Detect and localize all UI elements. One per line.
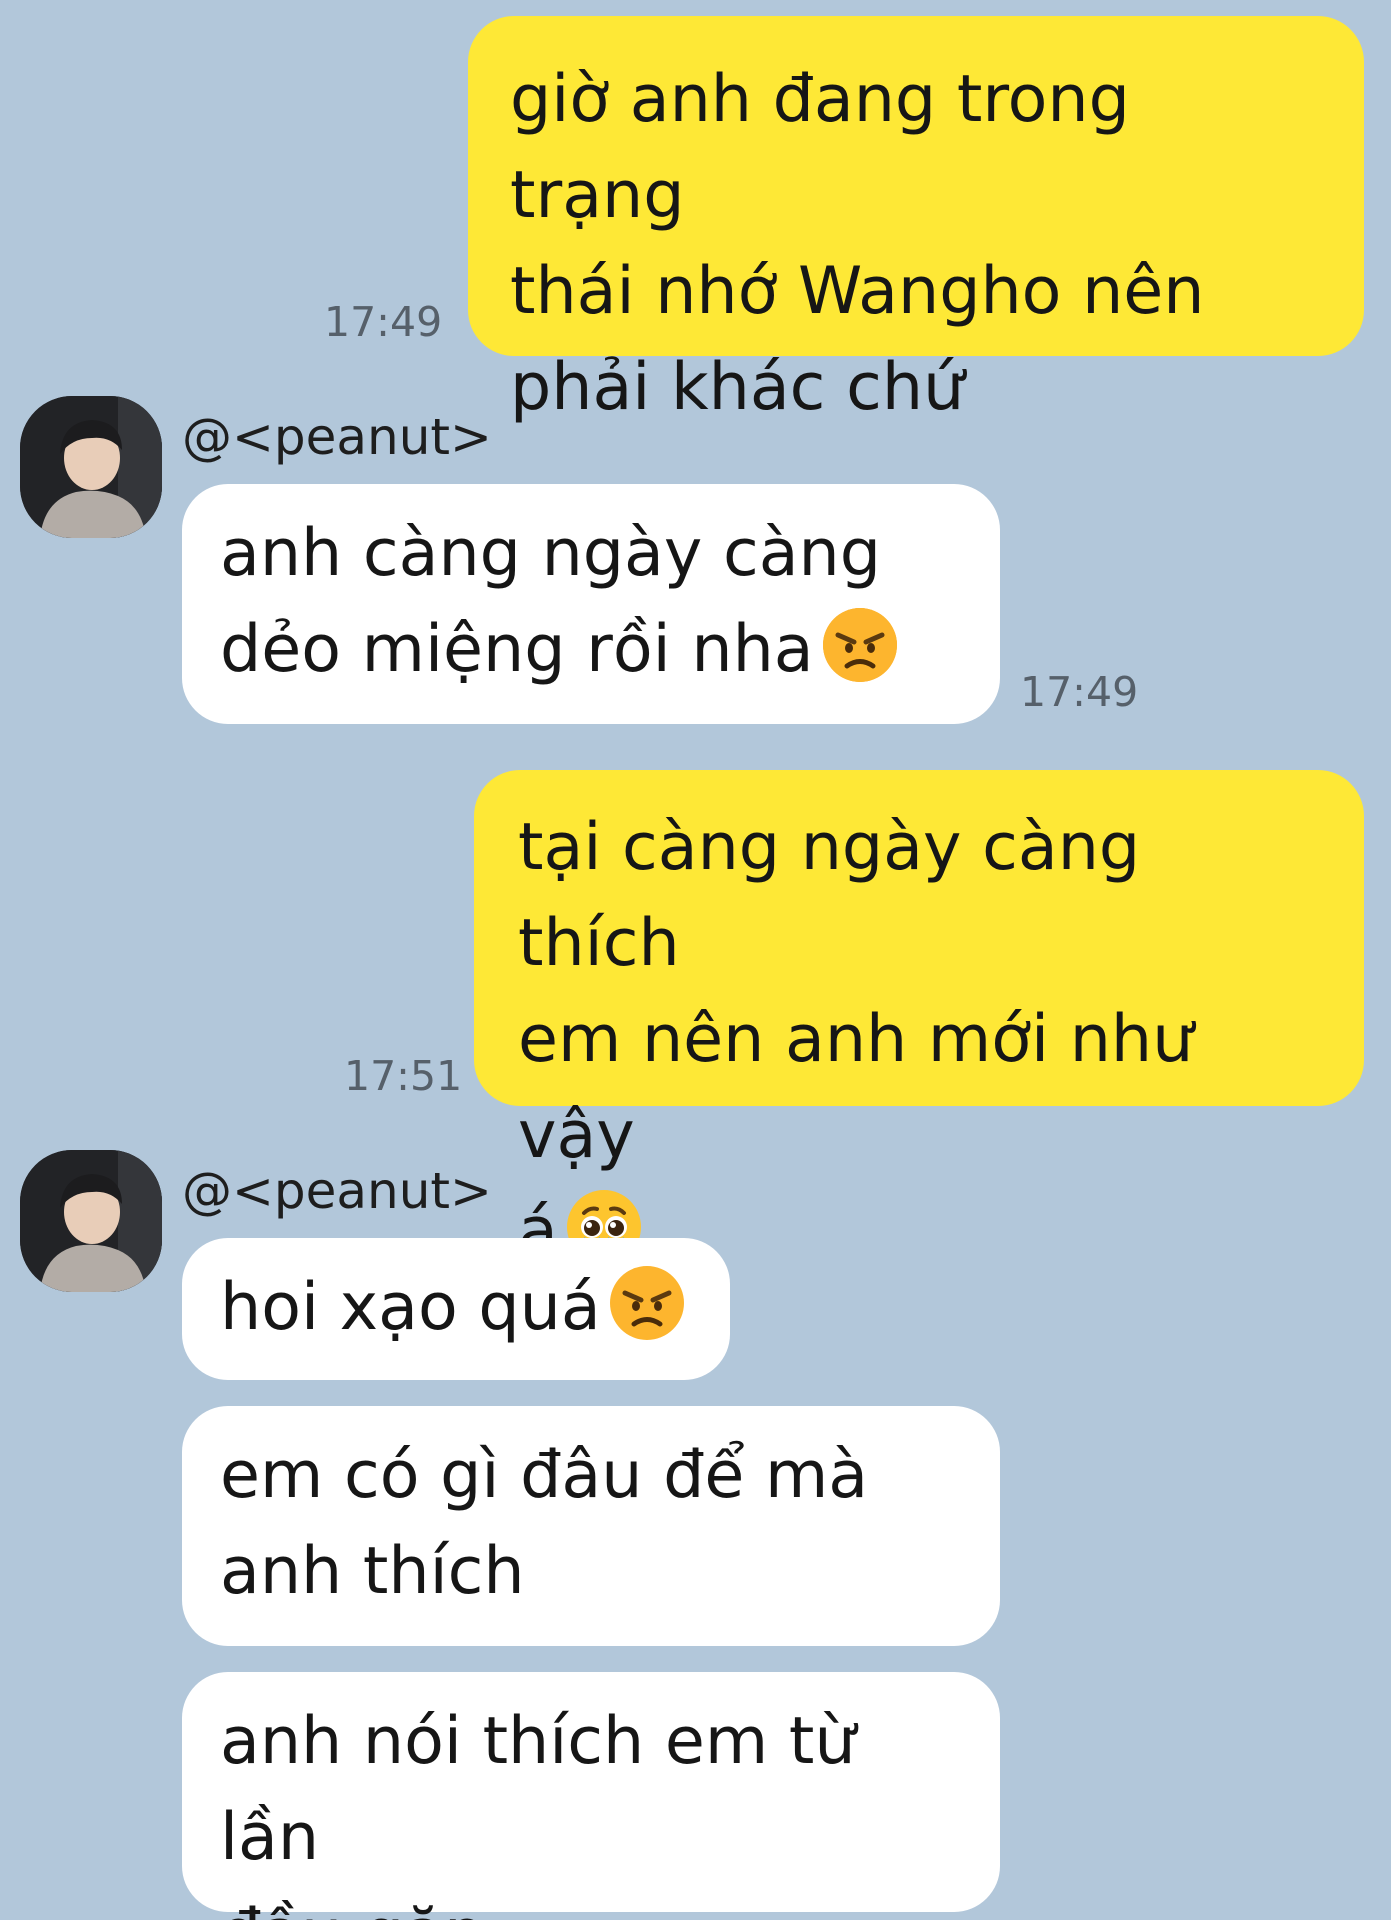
incoming-message-bubble[interactable]: hoi xạo quá bbox=[182, 1238, 730, 1380]
incoming-message-bubble[interactable]: em có gì đâu để mà anh thích bbox=[182, 1406, 1000, 1646]
incoming-message-bubble[interactable]: anh càng ngày càng dẻo miệng rồi nha bbox=[182, 484, 1000, 724]
message-time: 17:49 bbox=[1020, 668, 1139, 716]
message-text: anh nói thích em từ lần đầu gặp bbox=[220, 1704, 856, 1920]
message-text: em có gì đâu để mà anh thích bbox=[220, 1438, 869, 1609]
message-text: hoi xạo quá bbox=[220, 1270, 601, 1345]
avatar[interactable] bbox=[20, 1150, 162, 1292]
avatar[interactable] bbox=[20, 396, 162, 538]
outgoing-message-bubble[interactable]: giờ anh đang trong trạng thái nhớ Wangho… bbox=[468, 16, 1364, 425]
message-text: anh càng ngày càng dẻo miệng rồi nha bbox=[220, 516, 882, 687]
message-text: giờ anh đang trong trạng thái nhớ Wangho… bbox=[510, 62, 1205, 425]
angry-face-icon bbox=[607, 1263, 687, 1343]
angry-face-icon bbox=[820, 605, 900, 685]
avatar-photo-icon bbox=[20, 396, 162, 538]
avatar-photo-icon bbox=[20, 1150, 162, 1292]
message-time: 17:49 bbox=[324, 298, 443, 346]
incoming-message-bubble[interactable]: anh nói thích em từ lần đầu gặp bbox=[182, 1672, 1000, 1920]
outgoing-message-bubble[interactable]: tại càng ngày càng thích em nên anh mới … bbox=[474, 770, 1364, 1269]
message-time: 17:51 bbox=[344, 1052, 463, 1100]
sender-name: @<peanut> bbox=[182, 1162, 492, 1220]
sender-name: @<peanut> bbox=[182, 408, 492, 466]
